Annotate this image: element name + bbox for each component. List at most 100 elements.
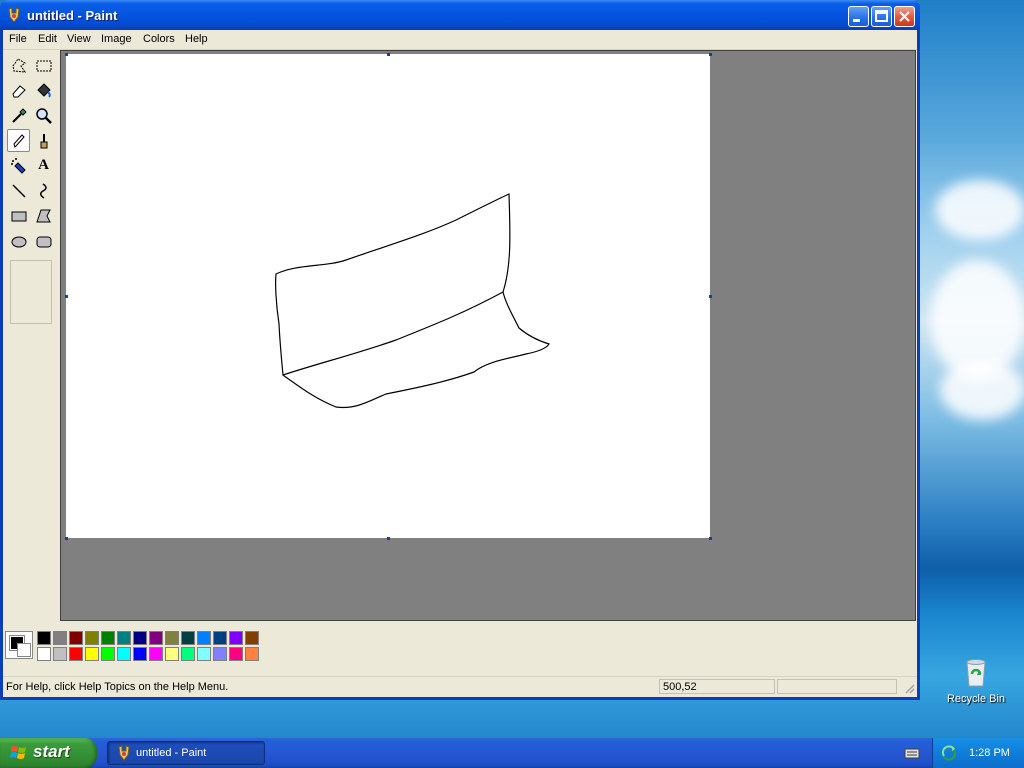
window-frame: File Edit View Image Colors Help A For H… [3, 30, 917, 697]
resize-handle[interactable] [65, 53, 68, 56]
palette-swatch[interactable] [117, 647, 131, 661]
palette-swatch[interactable] [229, 631, 243, 645]
palette-swatch[interactable] [181, 631, 195, 645]
paint-task-icon [118, 745, 130, 761]
taskbar-item-paint[interactable]: untitled - Paint [107, 741, 265, 765]
resize-handle[interactable] [709, 53, 712, 56]
palette-swatch[interactable] [133, 631, 147, 645]
tool-free-form-select[interactable] [7, 54, 30, 77]
tool-select[interactable] [32, 54, 55, 77]
palette-swatch[interactable] [69, 631, 83, 645]
menu-bar: File Edit View Image Colors Help [3, 30, 917, 50]
palette-swatch[interactable] [245, 631, 259, 645]
palette-swatch[interactable] [69, 647, 83, 661]
status-bar: For Help, click Help Topics on the Help … [3, 676, 917, 697]
palette-swatch[interactable] [213, 647, 227, 661]
selection-size [777, 679, 897, 694]
resize-handle[interactable] [65, 537, 68, 540]
status-help-text: For Help, click Help Topics on the Help … [6, 681, 229, 693]
tool-eraser[interactable] [7, 79, 30, 102]
rectangle-icon [11, 211, 26, 221]
menu-help[interactable]: Help [185, 33, 208, 45]
windows-logo-icon [10, 746, 26, 759]
maximize-icon [875, 10, 888, 22]
menu-image[interactable]: Image [101, 33, 132, 45]
resize-handle[interactable] [709, 537, 712, 540]
toolbox: A [3, 50, 60, 621]
select-icon [36, 60, 51, 71]
tool-ellipse[interactable] [7, 229, 30, 252]
background-color [17, 643, 31, 657]
current-colors[interactable] [5, 631, 33, 659]
palette-swatch[interactable] [133, 647, 147, 661]
curve-icon [39, 182, 47, 199]
palette-swatch[interactable] [213, 631, 227, 645]
pencil-icon [12, 133, 25, 148]
drawn-shape-top [275, 193, 511, 376]
tool-curve[interactable] [32, 179, 55, 202]
palette-swatch[interactable] [101, 647, 115, 661]
tool-line[interactable] [7, 179, 30, 202]
menu-view[interactable]: View [67, 33, 91, 45]
tool-pick-color[interactable] [7, 104, 30, 127]
resize-handle[interactable] [709, 295, 712, 298]
menu-file[interactable]: File [9, 33, 27, 45]
text-icon: A [38, 157, 49, 173]
resize-handle[interactable] [387, 537, 390, 540]
maximize-button[interactable] [871, 6, 892, 27]
tool-options-box[interactable] [10, 260, 52, 324]
tool-rectangle[interactable] [7, 204, 30, 227]
start-button[interactable]: start [0, 738, 97, 768]
palette-swatch[interactable] [53, 647, 67, 661]
pick-color-icon [11, 107, 27, 123]
tool-magnifier[interactable] [32, 104, 55, 127]
polygon-icon [35, 209, 51, 222]
tool-polygon[interactable] [32, 204, 55, 227]
airbrush-icon [10, 157, 26, 174]
palette-swatch[interactable] [149, 647, 163, 661]
paint-app-icon [8, 7, 20, 23]
tool-airbrush[interactable] [7, 154, 30, 177]
menu-edit[interactable]: Edit [38, 33, 57, 45]
size-grip-icon[interactable] [903, 682, 915, 694]
palette-swatch[interactable] [197, 631, 211, 645]
clock: 1:28 PM [969, 747, 1010, 759]
tool-rounded-rectangle[interactable] [32, 229, 55, 252]
recycle-bin-icon [966, 659, 986, 687]
palette-swatch[interactable] [197, 647, 211, 661]
minimize-button[interactable] [848, 6, 869, 27]
fill-with-color-icon [36, 82, 51, 98]
resize-handle[interactable] [65, 295, 68, 298]
palette-swatch[interactable] [245, 647, 259, 661]
network-icon[interactable] [941, 745, 957, 761]
palette-swatch[interactable] [85, 631, 99, 645]
palette-swatch[interactable] [37, 631, 51, 645]
tool-fill[interactable] [32, 79, 55, 102]
title-bar[interactable]: untitled - Paint [0, 0, 920, 30]
tool-text[interactable]: A [32, 154, 55, 177]
color-palette [3, 623, 917, 669]
palette-swatch[interactable] [117, 631, 131, 645]
drawing-canvas[interactable] [66, 54, 710, 538]
palette-swatch[interactable] [85, 647, 99, 661]
resize-handle[interactable] [387, 53, 390, 56]
palette-swatch[interactable] [181, 647, 195, 661]
window-title: untitled - Paint [27, 8, 118, 23]
keyboard-icon[interactable] [904, 746, 920, 760]
palette-swatch[interactable] [53, 631, 67, 645]
palette-swatch[interactable] [165, 647, 179, 661]
palette-swatch[interactable] [165, 631, 179, 645]
palette-swatch[interactable] [229, 647, 243, 661]
paint-window: untitled - Paint File Edit View Image Co… [0, 0, 920, 700]
rounded-rectangle-icon [36, 236, 51, 247]
system-tray: 1:28 PM [932, 738, 1024, 768]
recycle-bin[interactable]: Recycle Bin [946, 656, 1006, 705]
tool-pencil[interactable] [7, 129, 30, 152]
palette-swatch[interactable] [101, 631, 115, 645]
palette-swatch[interactable] [37, 647, 51, 661]
close-button[interactable] [894, 6, 915, 27]
palette-swatch[interactable] [149, 631, 163, 645]
menu-colors[interactable]: Colors [143, 33, 175, 45]
drawing-strokes [275, 193, 550, 409]
tool-brush[interactable] [32, 129, 55, 152]
